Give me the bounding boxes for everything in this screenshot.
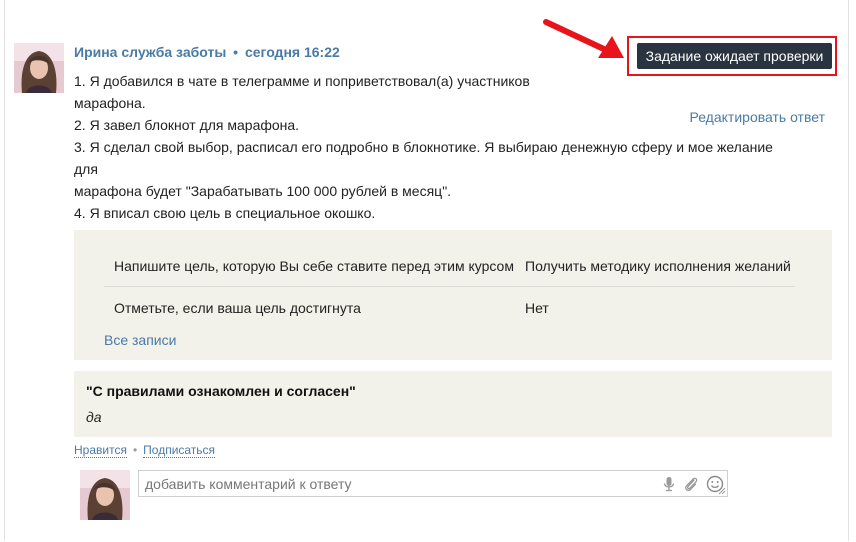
post-actions: Нравится • Подписаться — [74, 443, 216, 458]
answer-line: 1. Я добавился в чате в телеграмме и поп… — [74, 73, 530, 89]
paperclip-icon[interactable] — [683, 476, 699, 492]
resize-handle-icon[interactable] — [718, 487, 726, 495]
form-row: Отметьте, если ваша цель достигнута Нет — [104, 300, 795, 324]
microphone-icon[interactable] — [661, 476, 677, 492]
form-question: Отметьте, если ваша цель достигнута — [114, 300, 361, 316]
answer-text: 1. Я добавился в чате в телеграмме и поп… — [74, 70, 794, 224]
rules-answer: да — [86, 409, 102, 425]
form-row: Напишите цель, которую Вы себе ставите п… — [104, 258, 795, 282]
actions-separator: • — [132, 443, 138, 457]
form-answer: Получить методику исполнения желаний — [525, 258, 791, 274]
comment-input[interactable] — [145, 474, 645, 493]
form-fields-panel: Напишите цель, которую Вы себе ставите п… — [74, 230, 832, 360]
all-records-link[interactable]: Все записи — [104, 332, 176, 348]
annotation-arrow-icon — [543, 19, 624, 58]
form-question: Напишите цель, которую Вы себе ставите п… — [114, 258, 514, 274]
answer-line: 3. Я сделал свой выбор, расписал его под… — [74, 139, 773, 177]
status-button[interactable]: Задание ожидает проверки — [637, 43, 832, 69]
post-time[interactable]: сегодня 16:22 — [245, 44, 340, 60]
author-name[interactable]: Ирина служба заботы — [74, 44, 226, 60]
answer-line: 2. Я завел блокнот для марафона. — [74, 117, 300, 133]
commenter-avatar[interactable] — [80, 470, 130, 520]
row-divider — [104, 286, 795, 287]
like-link[interactable]: Нравится — [74, 443, 127, 458]
subscribe-link[interactable]: Подписаться — [143, 443, 216, 458]
author-avatar[interactable] — [14, 43, 64, 93]
comment-box — [138, 470, 728, 497]
form-answer: Нет — [525, 300, 549, 316]
rules-title: "С правилами ознакомлен и согласен" — [86, 383, 356, 399]
answer-line: марафона. — [74, 95, 146, 111]
rules-panel: "С правилами ознакомлен и согласен" да — [74, 371, 832, 437]
post-header: Ирина служба заботы • сегодня 16:22 — [74, 44, 340, 60]
answer-line: марафона будет "Зарабатывать 100 000 руб… — [74, 183, 452, 199]
header-separator: • — [233, 44, 239, 60]
edit-answer-link[interactable]: Редактировать ответ — [689, 109, 825, 125]
answer-line: 4. Я вписал свою цель в специальное окош… — [74, 205, 376, 221]
